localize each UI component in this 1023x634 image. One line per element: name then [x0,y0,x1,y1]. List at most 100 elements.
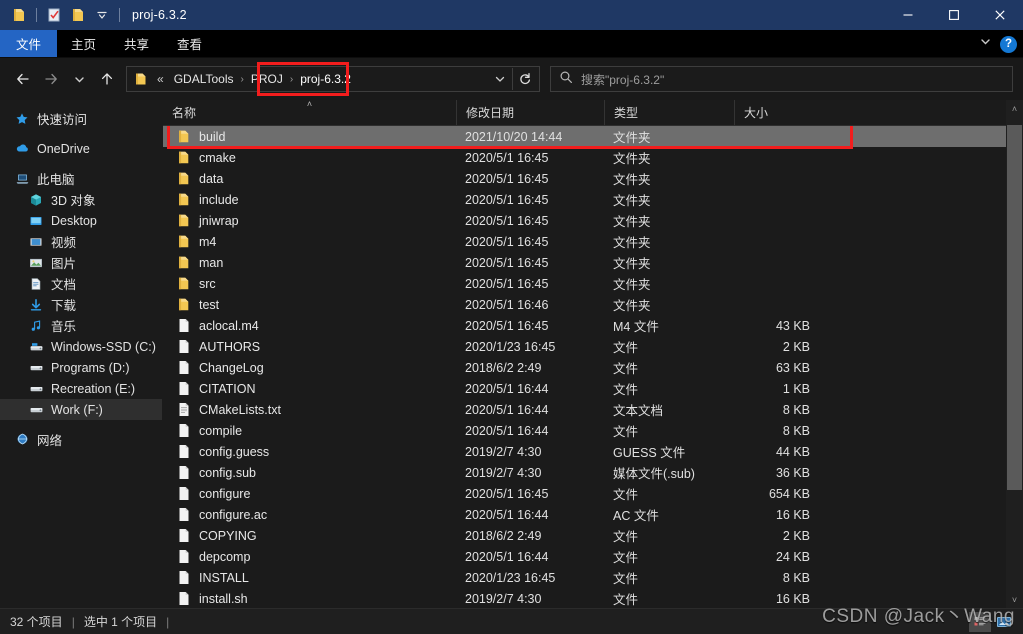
recent-locations-chevron-down-icon[interactable] [66,66,92,92]
details-view-button[interactable] [969,612,991,632]
file-name-cell[interactable]: CMakeLists.txt [163,402,456,418]
table-row[interactable]: test 2020/5/1 16:46 文件夹 [163,294,1006,315]
file-name-cell[interactable]: cmake [163,150,456,166]
close-button[interactable] [977,0,1023,30]
sidebar-item-videos[interactable]: 视频 [0,231,162,252]
table-row[interactable]: m4 2020/5/1 16:45 文件夹 [163,231,1006,252]
table-row[interactable]: config.sub 2019/2/7 4:30 媒体文件(.sub) 36 KB [163,462,1006,483]
breadcrumb-overflow[interactable]: « [153,70,168,88]
file-list[interactable]: build 2021/10/20 14:44 文件夹 cmake 2020/5/1 16… [163,126,1006,608]
column-header-name[interactable]: ˄ 名称 [163,99,456,125]
sidebar-item-windows-ssd-c[interactable]: Windows-SSD (C:) [0,336,162,357]
table-row[interactable]: config.guess 2019/2/7 4:30 GUESS 文件 44 KB [163,441,1006,462]
column-header-size[interactable]: 大小 [734,100,824,125]
table-row[interactable]: aclocal.m4 2020/5/1 16:45 M4 文件 43 KB [163,315,1006,336]
file-name-cell[interactable]: jniwrap [163,213,456,229]
sidebar-item-work-f[interactable]: Work (F:) [0,399,162,420]
column-header-date-modified[interactable]: 修改日期 [456,100,604,125]
search-input[interactable]: 搜索"proj-6.3.2" [581,71,664,88]
table-row[interactable]: INSTALL 2020/1/23 16:45 文件 8 KB [163,567,1006,588]
address-bar[interactable]: « GDALTools › PROJ › proj-6.3.2 [126,62,540,96]
maximize-button[interactable] [931,0,977,30]
file-name-cell[interactable]: AUTHORS [163,339,456,355]
sidebar-item-recreation-e[interactable]: Recreation (E:) [0,378,162,399]
sidebar-item-onedrive[interactable]: OneDrive [0,138,162,159]
table-row[interactable]: jniwrap 2020/5/1 16:45 文件夹 [163,210,1006,231]
file-name-cell[interactable]: test [163,297,456,313]
customize-quick-access-toolbar-icon[interactable] [91,4,113,26]
tab-share[interactable]: 共享 [110,30,163,57]
scrollbar-thumb[interactable] [1007,125,1022,490]
sidebar-item-downloads[interactable]: 下载 [0,294,162,315]
tab-home[interactable]: 主页 [57,30,110,57]
refresh-button[interactable] [513,67,537,91]
sidebar-item-pictures[interactable]: 图片 [0,252,162,273]
table-row[interactable]: CITATION 2020/5/1 16:44 文件 1 KB [163,378,1006,399]
column-header-type[interactable]: 类型 [604,100,734,125]
file-name-cell[interactable]: COPYING [163,528,456,544]
table-row[interactable]: cmake 2020/5/1 16:45 文件夹 [163,147,1006,168]
table-row[interactable]: compile 2020/5/1 16:44 文件 8 KB [163,420,1006,441]
back-button[interactable] [10,66,36,92]
table-row[interactable]: src 2020/5/1 16:45 文件夹 [163,273,1006,294]
file-name-cell[interactable]: depcomp [163,549,456,565]
large-icons-view-button[interactable] [993,612,1015,632]
scrollbar-track[interactable] [1006,117,1023,591]
file-name-cell[interactable]: configure.ac [163,507,456,523]
file-name-cell[interactable]: configure [163,486,456,502]
table-row[interactable]: include 2020/5/1 16:45 文件夹 [163,189,1006,210]
file-name-cell[interactable]: config.guess [163,444,456,460]
sidebar-item-desktop[interactable]: Desktop [0,210,162,231]
tab-view[interactable]: 查看 [163,30,216,57]
file-name-cell[interactable]: include [163,192,456,208]
table-row[interactable]: data 2020/5/1 16:45 文件夹 [163,168,1006,189]
forward-button[interactable] [38,66,64,92]
file-name-cell[interactable]: aclocal.m4 [163,318,456,334]
breadcrumb-item-proj[interactable]: PROJ [247,70,287,88]
file-name-cell[interactable]: config.sub [163,465,456,481]
table-row[interactable]: COPYING 2018/6/2 2:49 文件 2 KB [163,525,1006,546]
table-row[interactable]: ChangeLog 2018/6/2 2:49 文件 63 KB [163,357,1006,378]
file-name-cell[interactable]: ChangeLog [163,360,456,376]
table-row[interactable]: CMakeLists.txt 2020/5/1 16:44 文本文档 8 KB [163,399,1006,420]
table-row[interactable]: configure.ac 2020/5/1 16:44 AC 文件 16 KB [163,504,1006,525]
scroll-up-arrow-icon[interactable]: ˄ [1006,100,1023,117]
sidebar-item-programs-d[interactable]: Programs (D:) [0,357,162,378]
search-box[interactable]: 搜索"proj-6.3.2" [550,66,1013,92]
file-name-cell[interactable]: CITATION [163,381,456,397]
new-folder-icon[interactable] [67,4,89,26]
file-name-cell[interactable]: build [163,129,456,145]
sidebar-item-quick-access[interactable]: 快速访问 [0,108,162,129]
file-name-cell[interactable]: install.sh [163,591,456,607]
sidebar-item-documents[interactable]: 文档 [0,273,162,294]
table-row[interactable]: man 2020/5/1 16:45 文件夹 [163,252,1006,273]
file-name-cell[interactable]: man [163,255,456,271]
scroll-down-arrow-icon[interactable]: ˅ [1006,591,1023,608]
vertical-scrollbar[interactable]: ˄ ˅ [1006,100,1023,608]
table-row[interactable]: build 2021/10/20 14:44 文件夹 [163,126,1006,147]
sidebar-item-network[interactable]: 网络 [0,429,162,450]
file-name-cell[interactable]: data [163,171,456,187]
table-row[interactable]: depcomp 2020/5/1 16:44 文件 24 KB [163,546,1006,567]
sidebar-item-music[interactable]: 音乐 [0,315,162,336]
file-name-cell[interactable]: m4 [163,234,456,250]
up-button[interactable] [94,66,120,92]
tab-file[interactable]: 文件 [0,30,58,57]
breadcrumb-item-current[interactable]: proj-6.3.2 [296,70,355,88]
file-name-cell[interactable]: INSTALL [163,570,456,586]
table-row[interactable]: AUTHORS 2020/1/23 16:45 文件 2 KB [163,336,1006,357]
table-row[interactable]: install.sh 2019/2/7 4:30 文件 16 KB [163,588,1006,608]
file-name-cell[interactable]: src [163,276,456,292]
address-dropdown-chevron-down-icon[interactable] [488,67,512,91]
table-row[interactable]: configure 2020/5/1 16:45 文件 654 KB [163,483,1006,504]
properties-icon[interactable] [43,4,65,26]
breadcrumb-item-gdaltools[interactable]: GDALTools [170,70,238,88]
help-button[interactable]: ? [1000,35,1017,53]
expand-ribbon-chevron-down-icon[interactable] [979,35,992,53]
minimize-button[interactable] [885,0,931,30]
pin-to-quick-access-icon[interactable] [8,4,30,26]
sidebar-item-this-pc[interactable]: 此电脑 [0,168,162,189]
file-name-label: man [199,255,224,270]
file-name-cell[interactable]: compile [163,423,456,439]
sidebar-item-3d-objects[interactable]: 3D 对象 [0,189,162,210]
